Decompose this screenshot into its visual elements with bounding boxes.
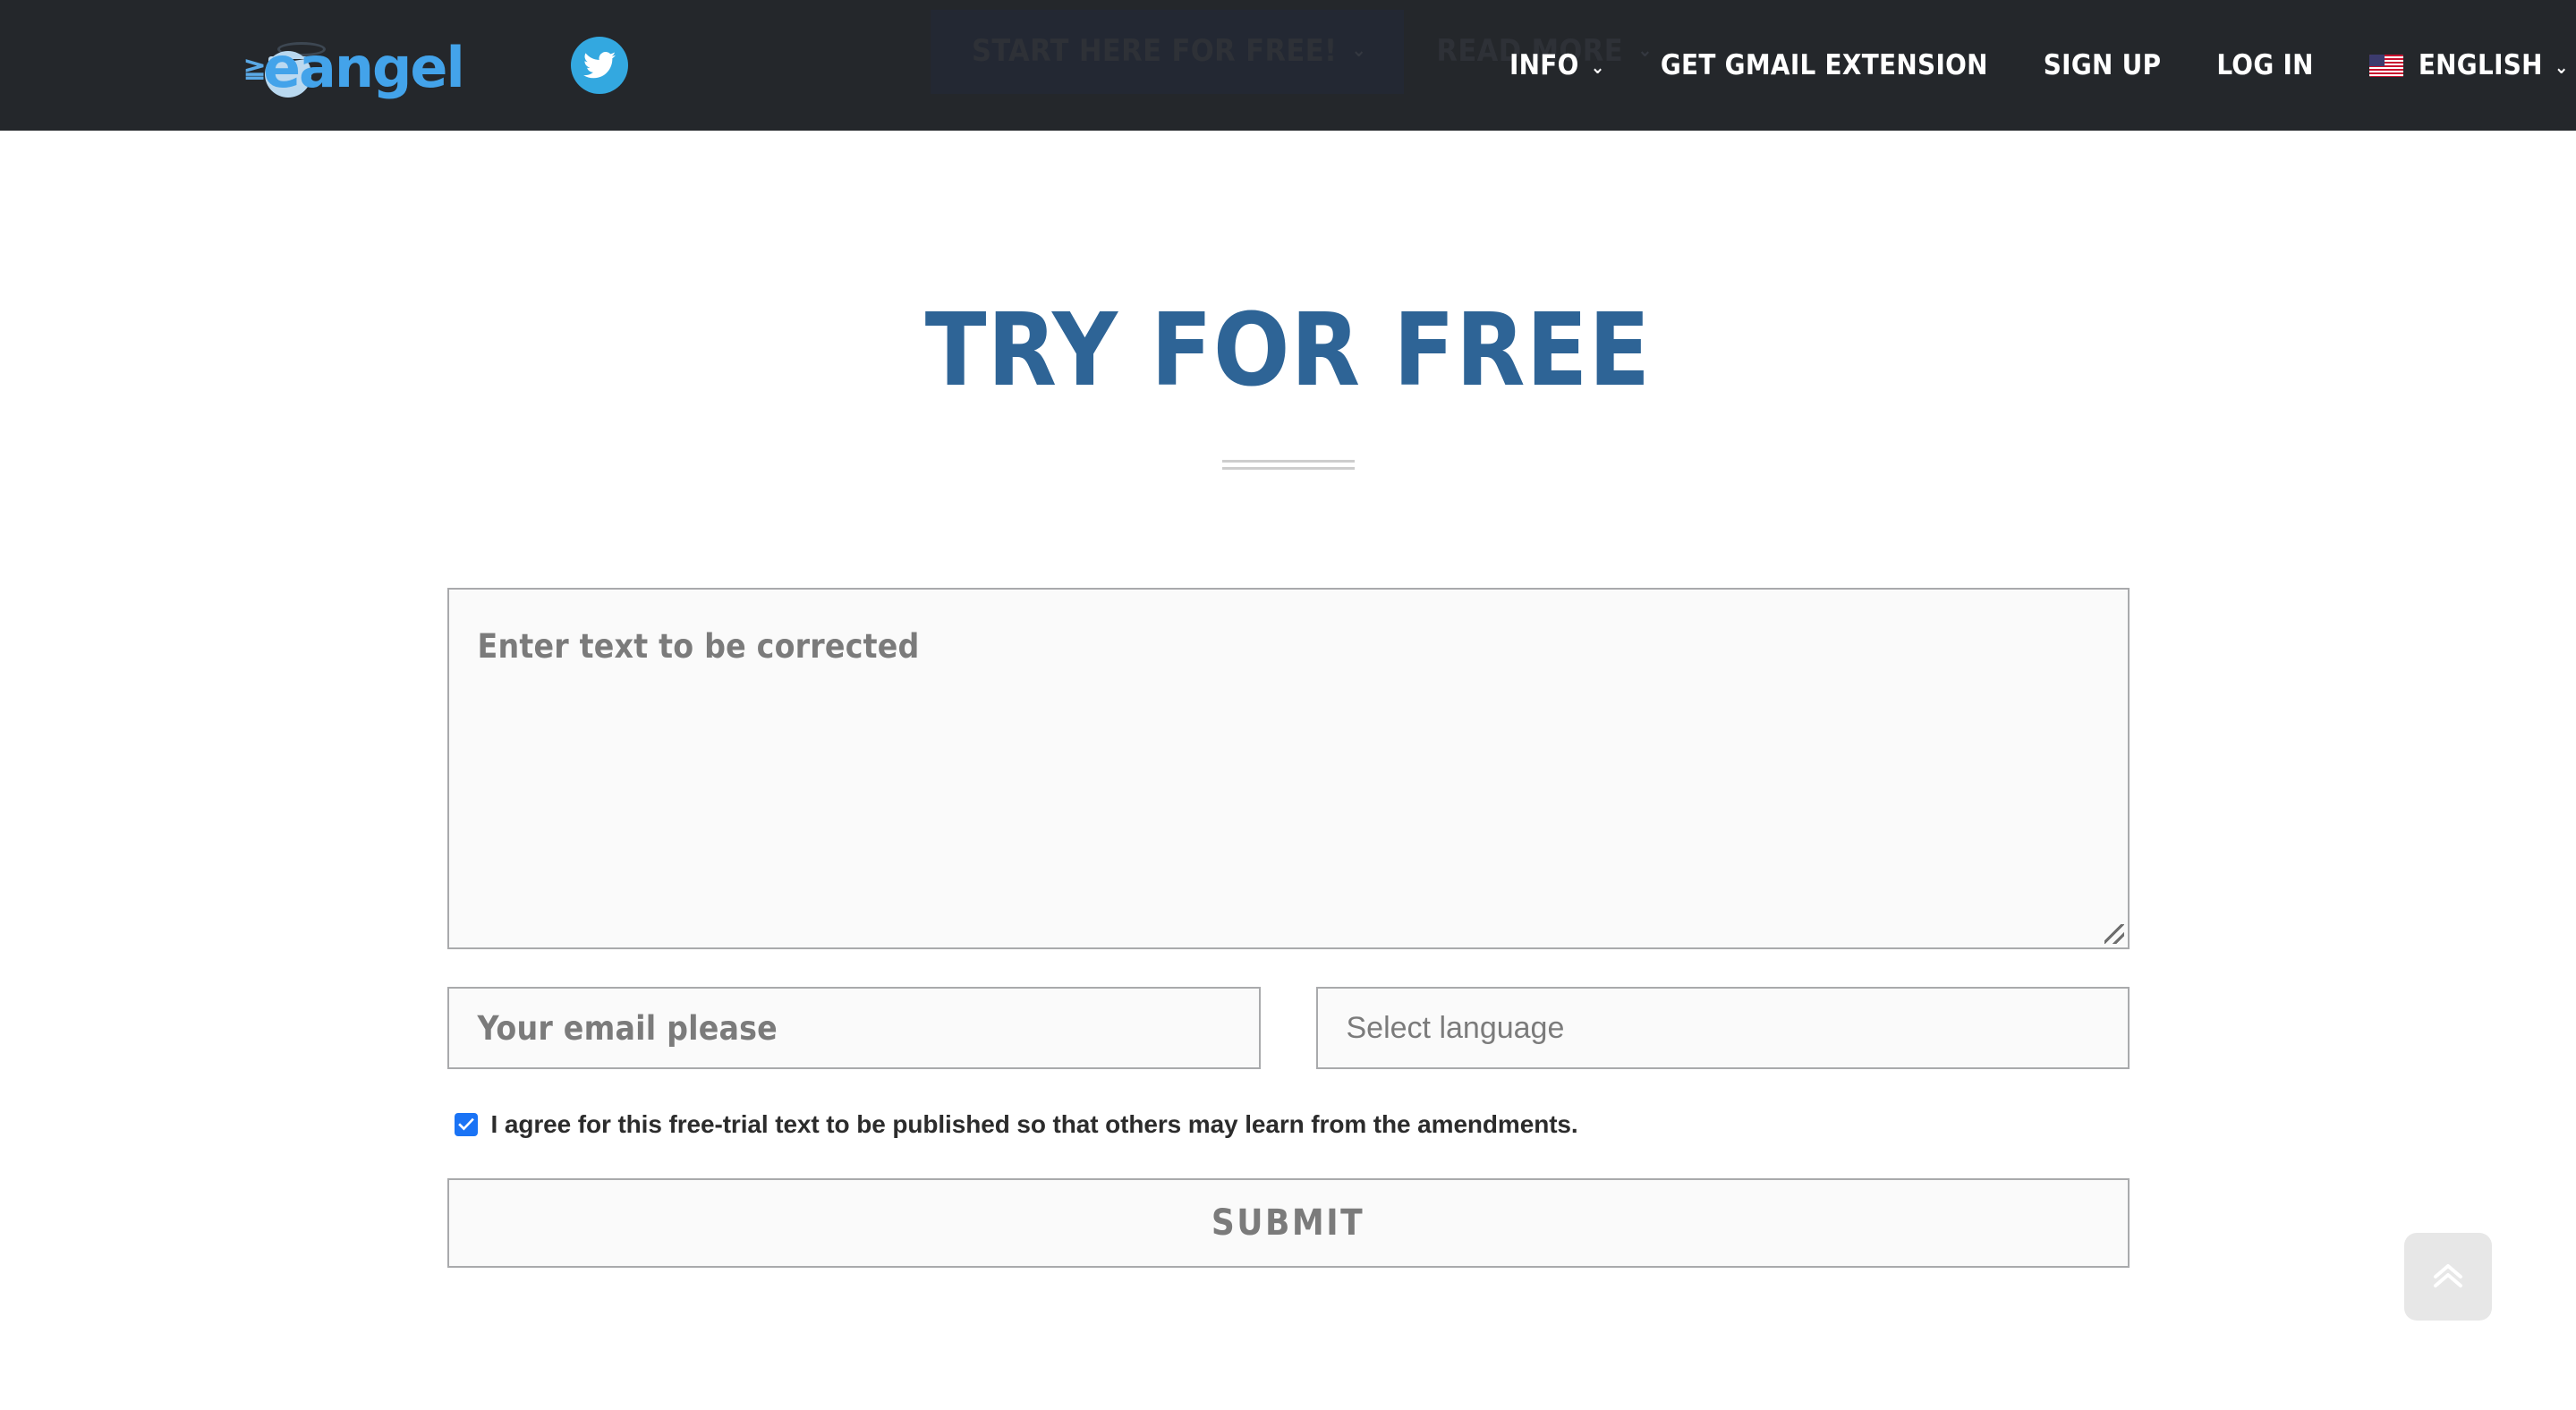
main-content: TRY FOR FREE Enter text to be corrected …: [0, 301, 2576, 1268]
nav-item-language-english[interactable]: ENGLISH ⌄: [2342, 0, 2576, 131]
page-title: TRY FOR FREE: [924, 293, 1652, 409]
twitter-icon[interactable]: [571, 37, 628, 94]
chevron-down-icon: ⌄: [1590, 55, 1605, 78]
nav-item-label: ENGLISH: [2418, 49, 2543, 81]
nav-item-label: SIGN UP: [2043, 49, 2162, 81]
contact-row: Your email please Select language: [446, 987, 2130, 1069]
email-field[interactable]: Your email please: [446, 987, 1261, 1069]
primary-nav: INFO ⌄ GET GMAIL EXTENSION SIGN UP LOG I…: [1482, 0, 2576, 131]
textarea-resize-handle[interactable]: [2104, 924, 2124, 944]
brand-zone: ≧ eangel: [243, 0, 628, 131]
correction-textarea[interactable]: Enter text to be corrected: [446, 588, 2130, 949]
divider-rule-top: [1221, 460, 1355, 463]
correction-textarea-placeholder: Enter text to be corrected: [477, 627, 920, 666]
nav-item-sign-up[interactable]: SIGN UP: [2016, 0, 2189, 131]
double-chevron-up-icon: [2434, 1264, 2462, 1287]
site-header: ≧ eangel START HERE FOR FREE! ⌄ READ MOR…: [0, 0, 2576, 131]
site-logo[interactable]: ≧ eangel: [243, 33, 528, 98]
chevron-down-icon: ⌄: [2554, 55, 2569, 78]
nav-item-log-in[interactable]: LOG IN: [2189, 0, 2341, 131]
nav-item-info[interactable]: INFO ⌄: [1482, 0, 1633, 131]
nav-item-label: GET GMAIL EXTENSION: [1660, 49, 1988, 81]
email-field-placeholder: Your email please: [477, 1008, 778, 1048]
nav-item-label: START HERE FOR FREE!: [972, 33, 1338, 69]
scroll-to-top-button[interactable]: [2404, 1233, 2492, 1321]
us-flag-icon: [2368, 54, 2403, 77]
language-select[interactable]: Select language: [1315, 987, 2130, 1069]
nav-item-label: INFO: [1509, 49, 1579, 81]
chevron-down-icon: ⌄: [1351, 39, 1367, 62]
submit-button[interactable]: SUBMIT: [446, 1178, 2130, 1268]
nav-item-label: LOG IN: [2216, 49, 2314, 81]
title-divider: [1221, 460, 1355, 470]
logo-wordmark: eangel: [263, 35, 465, 100]
agree-checkbox[interactable]: [454, 1113, 478, 1136]
language-select-placeholder: Select language: [1346, 1010, 1565, 1045]
agree-checkbox-label[interactable]: I agree for this free-trial text to be p…: [491, 1110, 1578, 1139]
nav-item-get-gmail-extension[interactable]: GET GMAIL EXTENSION: [1633, 0, 2016, 131]
try-for-free-form: Enter text to be corrected Your email pl…: [446, 470, 2130, 1268]
agree-row: I agree for this free-trial text to be p…: [447, 1110, 2130, 1139]
nav-item-start-here-for-free[interactable]: START HERE FOR FREE! ⌄: [931, 10, 1405, 94]
